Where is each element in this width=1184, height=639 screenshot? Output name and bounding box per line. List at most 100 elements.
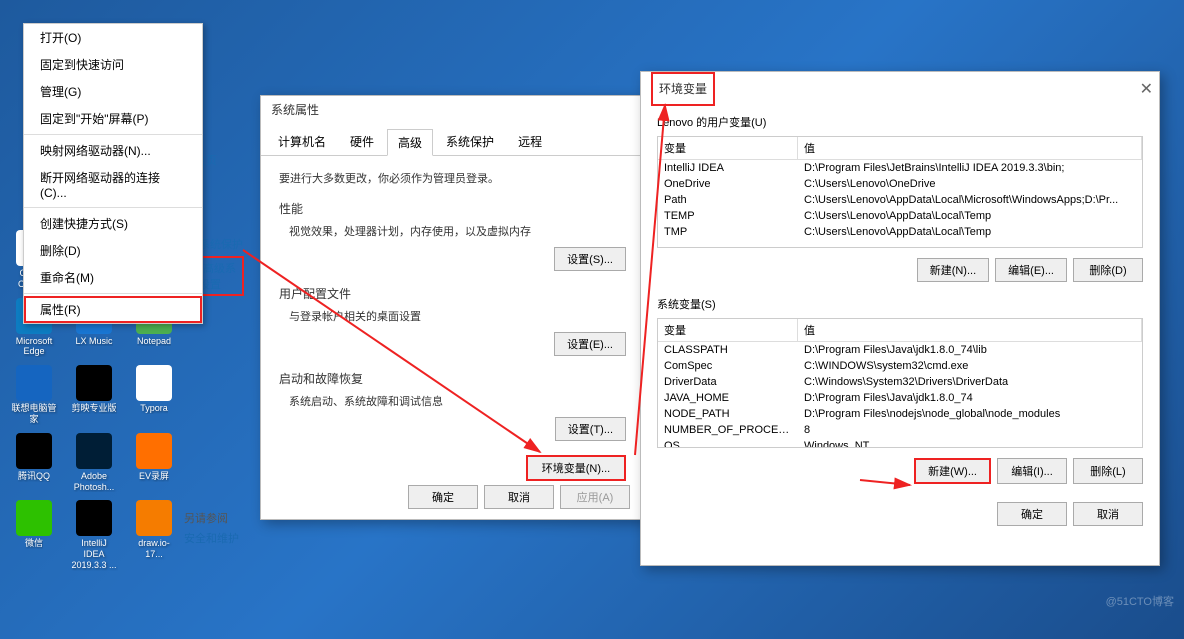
- sys-new-button[interactable]: 新建(W)...: [914, 458, 991, 484]
- table-row[interactable]: DriverDataC:\Windows\System32\Drivers\Dr…: [658, 374, 1142, 390]
- sysprop-cancel-button[interactable]: 取消: [484, 485, 554, 509]
- close-icon[interactable]: ✕: [1140, 76, 1153, 104]
- context-menu-item[interactable]: 属性(R): [24, 296, 202, 323]
- app-icon: [76, 365, 112, 401]
- var-name: OneDrive: [658, 177, 798, 191]
- var-value: C:\WINDOWS\system32\cmd.exe: [798, 359, 1142, 373]
- var-name: NUMBER_OF_PROCESSORS: [658, 423, 798, 437]
- desktop-icon[interactable]: 腾讯QQ: [10, 433, 58, 493]
- sysprop-title: 系统属性: [261, 96, 644, 124]
- table-row[interactable]: PathC:\Users\Lenovo\AppData\Local\Micros…: [658, 192, 1142, 208]
- var-value: C:\Windows\System32\Drivers\DriverData: [798, 375, 1142, 389]
- desktop-icon[interactable]: 剪映专业版: [70, 365, 118, 425]
- var-value: C:\Users\Lenovo\AppData\Local\Microsoft\…: [798, 193, 1142, 207]
- var-name: IntelliJ IDEA: [658, 161, 798, 175]
- sys-vars-table[interactable]: 变量 值 CLASSPATHD:\Program Files\Java\jdk1…: [657, 318, 1143, 448]
- admin-notice: 要进行大多数更改，你必须作为管理员登录。: [279, 170, 626, 186]
- table-row[interactable]: ComSpecC:\WINDOWS\system32\cmd.exe: [658, 358, 1142, 374]
- user-vars-table[interactable]: 变量 值 IntelliJ IDEAD:\Program Files\JetBr…: [657, 136, 1143, 248]
- desktop-icon[interactable]: Typora: [130, 365, 178, 425]
- var-name: Path: [658, 193, 798, 207]
- icon-label: Microsoft Edge: [10, 336, 58, 358]
- sysprop-ok-button[interactable]: 确定: [408, 485, 478, 509]
- system-properties-window: 系统属性 计算机名 硬件 高级 系统保护 远程 要进行大多数更改，你必须作为管理…: [260, 95, 645, 520]
- tab-advanced[interactable]: 高级: [387, 129, 433, 156]
- var-value: D:\Program Files\Java\jdk1.8.0_74\lib: [798, 343, 1142, 357]
- context-menu-item[interactable]: 创建快捷方式(S): [24, 210, 202, 237]
- var-name: CLASSPATH: [658, 343, 798, 357]
- table-row[interactable]: OneDriveC:\Users\Lenovo\OneDrive: [658, 176, 1142, 192]
- envvar-cancel-button[interactable]: 取消: [1073, 502, 1143, 526]
- table-row[interactable]: IntelliJ IDEAD:\Program Files\JetBrains\…: [658, 160, 1142, 176]
- table-row[interactable]: CLASSPATHD:\Program Files\Java\jdk1.8.0_…: [658, 342, 1142, 358]
- profile-desc: 与登录帐户相关的桌面设置: [279, 308, 626, 324]
- context-menu: 打开(O)固定到快速访问管理(G)固定到"开始"屏幕(P) 映射网络驱动器(N).…: [23, 23, 203, 324]
- startup-header: 启动和故障恢复: [279, 370, 626, 387]
- perf-desc: 视觉效果，处理器计划，内存使用，以及虚拟内存: [279, 223, 626, 239]
- var-name: NODE_PATH: [658, 407, 798, 421]
- context-menu-item[interactable]: 固定到"开始"屏幕(P): [24, 105, 202, 132]
- col-value[interactable]: 值: [798, 319, 1142, 341]
- col-variable[interactable]: 变量: [658, 137, 798, 159]
- var-value: D:\Program Files\nodejs\node_global\node…: [798, 407, 1142, 421]
- user-new-button[interactable]: 新建(N)...: [917, 258, 989, 282]
- desktop-icon[interactable]: draw.io-17...: [130, 500, 178, 570]
- perf-header: 性能: [279, 200, 626, 217]
- envvar-title-bar: 环境变量 ✕: [641, 72, 1159, 100]
- desktop-icon[interactable]: EV录屏: [130, 433, 178, 493]
- table-row[interactable]: TMPC:\Users\Lenovo\AppData\Local\Temp: [658, 224, 1142, 240]
- var-name: JAVA_HOME: [658, 391, 798, 405]
- envvar-ok-button[interactable]: 确定: [997, 502, 1067, 526]
- desktop-icon[interactable]: IntelliJ IDEA 2019.3.3 ...: [70, 500, 118, 570]
- icon-label: 微信: [25, 538, 43, 549]
- table-row[interactable]: JAVA_HOMED:\Program Files\Java\jdk1.8.0_…: [658, 390, 1142, 406]
- app-icon: [136, 433, 172, 469]
- sys-edit-button[interactable]: 编辑(I)...: [997, 458, 1067, 484]
- profile-header: 用户配置文件: [279, 285, 626, 302]
- app-icon: [16, 433, 52, 469]
- security-link[interactable]: 安全和维护: [184, 530, 239, 546]
- col-variable[interactable]: 变量: [658, 319, 798, 341]
- desktop-icon[interactable]: 联想电脑管家: [10, 365, 58, 425]
- profile-settings-button[interactable]: 设置(E)...: [554, 332, 626, 356]
- desktop-icon[interactable]: 微信: [10, 500, 58, 570]
- var-value: D:\Program Files\Java\jdk1.8.0_74: [798, 391, 1142, 405]
- table-row[interactable]: TEMPC:\Users\Lenovo\AppData\Local\Temp: [658, 208, 1142, 224]
- tab-sysprotect[interactable]: 系统保护: [435, 128, 505, 155]
- user-delete-button[interactable]: 删除(D): [1073, 258, 1143, 282]
- table-row[interactable]: OSWindows_NT: [658, 438, 1142, 448]
- col-value[interactable]: 值: [798, 137, 1142, 159]
- startup-settings-button[interactable]: 设置(T)...: [555, 417, 626, 441]
- app-icon: [76, 433, 112, 469]
- context-menu-item[interactable]: 管理(G): [24, 78, 202, 105]
- icon-label: Notepad: [137, 336, 171, 347]
- envvar-title: 环境变量: [651, 72, 715, 106]
- tab-remote[interactable]: 远程: [507, 128, 553, 155]
- var-value: C:\Users\Lenovo\AppData\Local\Temp: [798, 225, 1142, 239]
- var-value: 8: [798, 423, 1142, 437]
- tab-hardware[interactable]: 硬件: [339, 128, 385, 155]
- context-menu-item[interactable]: 重命名(M): [24, 264, 202, 291]
- context-menu-item[interactable]: 断开网络驱动器的连接(C)...: [24, 164, 202, 205]
- table-row[interactable]: NUMBER_OF_PROCESSORS8: [658, 422, 1142, 438]
- icon-label: 联想电脑管家: [10, 403, 58, 425]
- context-menu-item[interactable]: 映射网络驱动器(N)...: [24, 137, 202, 164]
- env-variables-button[interactable]: 环境变量(N)...: [526, 455, 626, 481]
- table-row[interactable]: NODE_PATHD:\Program Files\nodejs\node_gl…: [658, 406, 1142, 422]
- sysprop-apply-button[interactable]: 应用(A): [560, 485, 630, 509]
- tab-computer-name[interactable]: 计算机名: [267, 128, 337, 155]
- context-menu-item[interactable]: 固定到快速访问: [24, 51, 202, 78]
- user-edit-button[interactable]: 编辑(E)...: [995, 258, 1067, 282]
- perf-settings-button[interactable]: 设置(S)...: [554, 247, 626, 271]
- sys-delete-button[interactable]: 删除(L): [1073, 458, 1143, 484]
- app-icon: [136, 365, 172, 401]
- icon-label: IntelliJ IDEA 2019.3.3 ...: [70, 538, 118, 570]
- icon-label: 剪映专业版: [71, 403, 116, 414]
- sysprop-tabs: 计算机名 硬件 高级 系统保护 远程: [261, 124, 644, 156]
- user-vars-label: Lenovo 的用户变量(U): [657, 114, 1143, 130]
- desktop-icon[interactable]: Adobe Photosh...: [70, 433, 118, 493]
- context-menu-item[interactable]: 删除(D): [24, 237, 202, 264]
- var-name: TMP: [658, 225, 798, 239]
- context-menu-item[interactable]: 打开(O): [24, 24, 202, 51]
- app-icon: [76, 500, 112, 536]
